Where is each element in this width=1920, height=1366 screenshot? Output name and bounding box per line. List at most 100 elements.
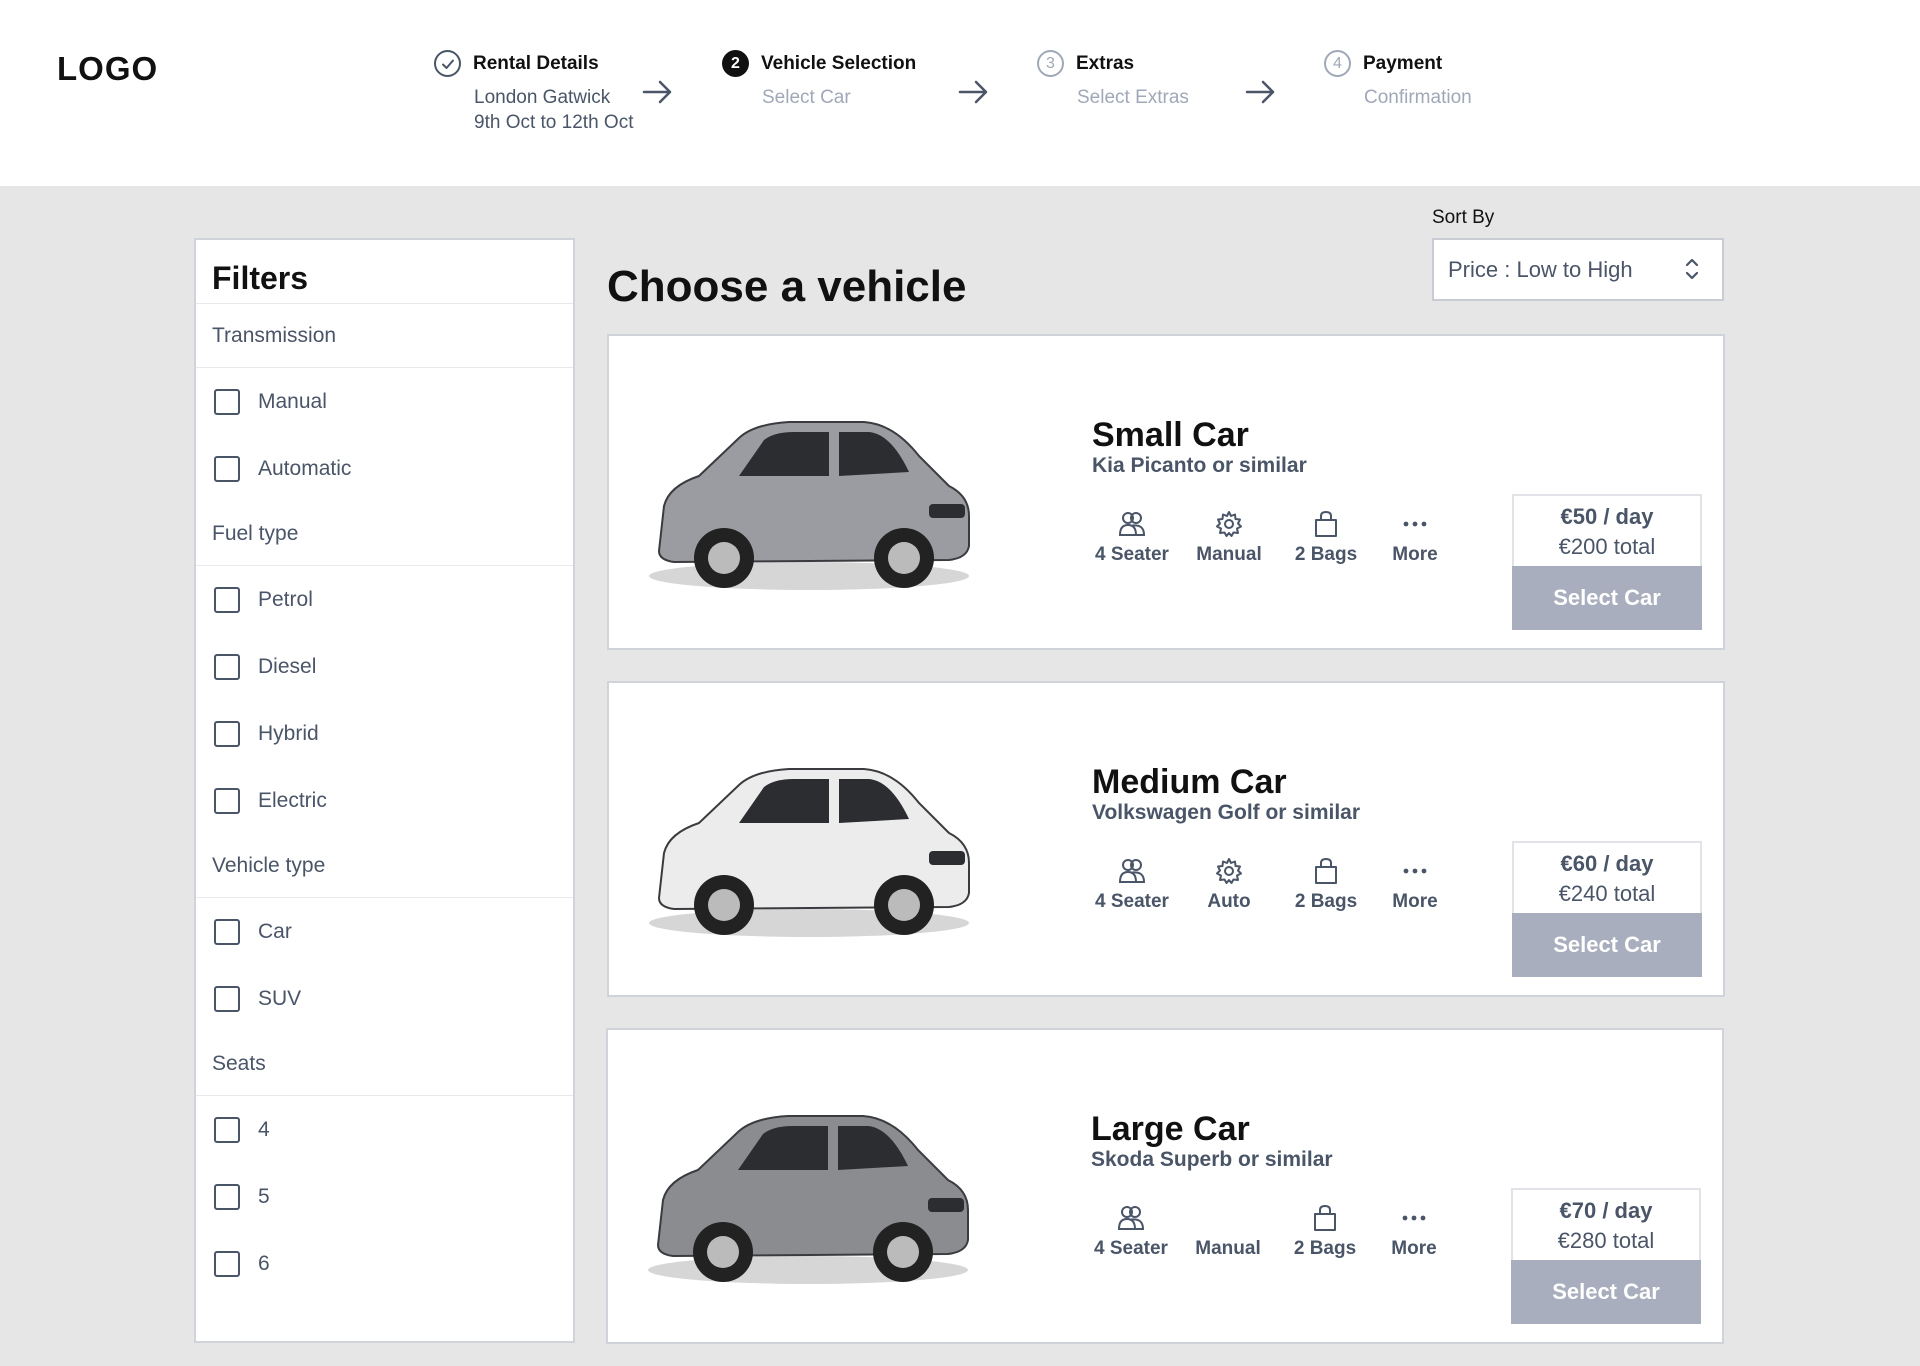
filter-group-title: Transmission: [196, 304, 573, 368]
feature-transmission: Manual: [1178, 1204, 1278, 1260]
step-vehicle-selection[interactable]: 2 Vehicle Selection Select Car: [722, 50, 916, 110]
filter-option-label: Electric: [258, 788, 327, 812]
filter-option-seats-5[interactable]: 5: [196, 1163, 573, 1230]
filter-option-label: Petrol: [258, 587, 313, 611]
select-car-button[interactable]: Select Car: [1511, 1260, 1701, 1324]
filter-option-label: 6: [258, 1251, 270, 1275]
filter-option-seats-4[interactable]: 4: [196, 1096, 573, 1163]
feature-more-label: More: [1392, 891, 1438, 912]
vehicle-card: Medium Car Volkswagen Golf or similar 4 …: [607, 681, 1725, 997]
feature-transmission-label: Manual: [1195, 1238, 1261, 1259]
checkbox[interactable]: [214, 720, 240, 747]
gear-icon: [1216, 511, 1242, 537]
feature-transmission: Auto: [1179, 857, 1279, 913]
step-number-badge: 3: [1037, 50, 1064, 77]
users-icon: [1118, 859, 1146, 883]
more-dots-icon: [1403, 521, 1427, 527]
checkbox[interactable]: [214, 455, 240, 482]
filter-option-label: Automatic: [258, 456, 352, 480]
car-model: Volkswagen Golf or similar: [1092, 801, 1361, 824]
filter-option-petrol[interactable]: Petrol: [196, 566, 573, 633]
car-name: Large Car: [1091, 1110, 1250, 1148]
filter-group-title: Seats: [196, 1032, 573, 1096]
price-box: €70 / day €280 total Select Car: [1511, 1188, 1701, 1324]
price-total: €280 total: [1557, 1228, 1655, 1253]
bag-icon: [1314, 1204, 1336, 1231]
step-title: Rental Details: [473, 52, 599, 74]
checkbox[interactable]: [214, 1250, 240, 1277]
filter-option-label: Car: [258, 919, 292, 943]
feature-seats-label: 4 Seater: [1095, 544, 1169, 565]
checkbox[interactable]: [214, 653, 240, 680]
price-box: €50 / day €200 total Select Car: [1512, 494, 1702, 630]
step-number-badge: 2: [722, 50, 749, 77]
filter-option-label: Diesel: [258, 654, 317, 678]
users-icon: [1118, 512, 1146, 536]
step-rental-details[interactable]: Rental Details London Gatwick 9th Oct to…: [434, 50, 633, 135]
sort-dropdown[interactable]: Price : Low to High: [1432, 238, 1724, 301]
feature-transmission: Manual: [1179, 510, 1279, 566]
price-box: €60 / day €240 total Select Car: [1512, 841, 1702, 977]
gear-icon: [1216, 858, 1242, 884]
filter-group-title: Vehicle type: [196, 834, 573, 898]
feature-bags-label: 2 Bags: [1293, 1238, 1357, 1259]
step-number-badge: 4: [1324, 50, 1351, 77]
filter-option-seats-6[interactable]: 6: [196, 1230, 573, 1297]
feature-bags: 2 Bags: [1275, 1204, 1375, 1260]
checkbox[interactable]: [214, 388, 240, 415]
checkbox[interactable]: [214, 1116, 240, 1143]
select-car-button[interactable]: Select Car: [1512, 913, 1702, 977]
feature-more[interactable]: More: [1365, 857, 1465, 913]
filter-option-electric[interactable]: Electric: [196, 767, 573, 834]
feature-bags: 2 Bags: [1276, 510, 1376, 566]
more-dots-icon: [1403, 868, 1427, 874]
feature-bags-label: 2 Bags: [1294, 544, 1358, 565]
step-title: Payment: [1363, 52, 1443, 74]
sort-label: Sort By: [1432, 207, 1495, 228]
price-per-day: €70 / day: [1559, 1198, 1653, 1223]
step-location: London Gatwick: [474, 87, 611, 108]
sort-selected-value: Price : Low to High: [1448, 256, 1633, 282]
filter-option-label: SUV: [258, 986, 302, 1010]
filter-option-diesel[interactable]: Diesel: [196, 633, 573, 700]
checkbox[interactable]: [214, 787, 240, 814]
logo[interactable]: LOGO: [57, 50, 158, 88]
car-name: Medium Car: [1092, 763, 1287, 801]
step-subtitle: Confirmation: [1364, 87, 1472, 108]
arrow-right-icon: [958, 76, 990, 113]
checkbox[interactable]: [214, 586, 240, 613]
step-dates: 9th Oct to 12th Oct: [474, 112, 634, 133]
step-title: Extras: [1076, 52, 1135, 74]
car-model: Skoda Superb or similar: [1091, 1148, 1333, 1171]
vehicle-card: Large Car Skoda Superb or similar 4 Seat…: [606, 1028, 1724, 1344]
feature-more[interactable]: More: [1364, 1204, 1464, 1260]
bag-icon: [1315, 510, 1337, 537]
bag-icon: [1315, 857, 1337, 884]
feature-transmission-label: Auto: [1207, 891, 1251, 912]
filter-option-manual[interactable]: Manual: [196, 368, 573, 435]
checkbox[interactable]: [214, 1183, 240, 1210]
filter-group-title: Fuel type: [196, 502, 573, 566]
more-dots-icon: [1402, 1215, 1426, 1221]
feature-bags: 2 Bags: [1276, 857, 1376, 913]
feature-more[interactable]: More: [1365, 510, 1465, 566]
price-per-day: €50 / day: [1560, 504, 1654, 529]
step-payment[interactable]: 4 Payment Confirmation: [1324, 50, 1472, 110]
price-per-day: €60 / day: [1560, 851, 1654, 876]
filter-option-suv[interactable]: SUV: [196, 965, 573, 1032]
checkbox[interactable]: [214, 985, 240, 1012]
car-name: Small Car: [1092, 416, 1249, 454]
car-image: [629, 723, 989, 953]
feature-seats-label: 4 Seater: [1094, 1238, 1168, 1259]
filter-option-automatic[interactable]: Automatic: [196, 435, 573, 502]
filters-panel: Filters Transmission Manual Automatic Fu…: [194, 238, 575, 1343]
select-car-button[interactable]: Select Car: [1512, 566, 1702, 630]
site-header: LOGO Rental Details London Gatwick 9th O…: [0, 0, 1920, 186]
users-icon: [1117, 1206, 1145, 1230]
filter-option-car[interactable]: Car: [196, 898, 573, 965]
feature-transmission-label: Manual: [1196, 544, 1262, 565]
filter-option-label: 5: [258, 1184, 270, 1208]
step-extras[interactable]: 3 Extras Select Extras: [1037, 50, 1189, 110]
checkbox[interactable]: [214, 918, 240, 945]
filter-option-hybrid[interactable]: Hybrid: [196, 700, 573, 767]
